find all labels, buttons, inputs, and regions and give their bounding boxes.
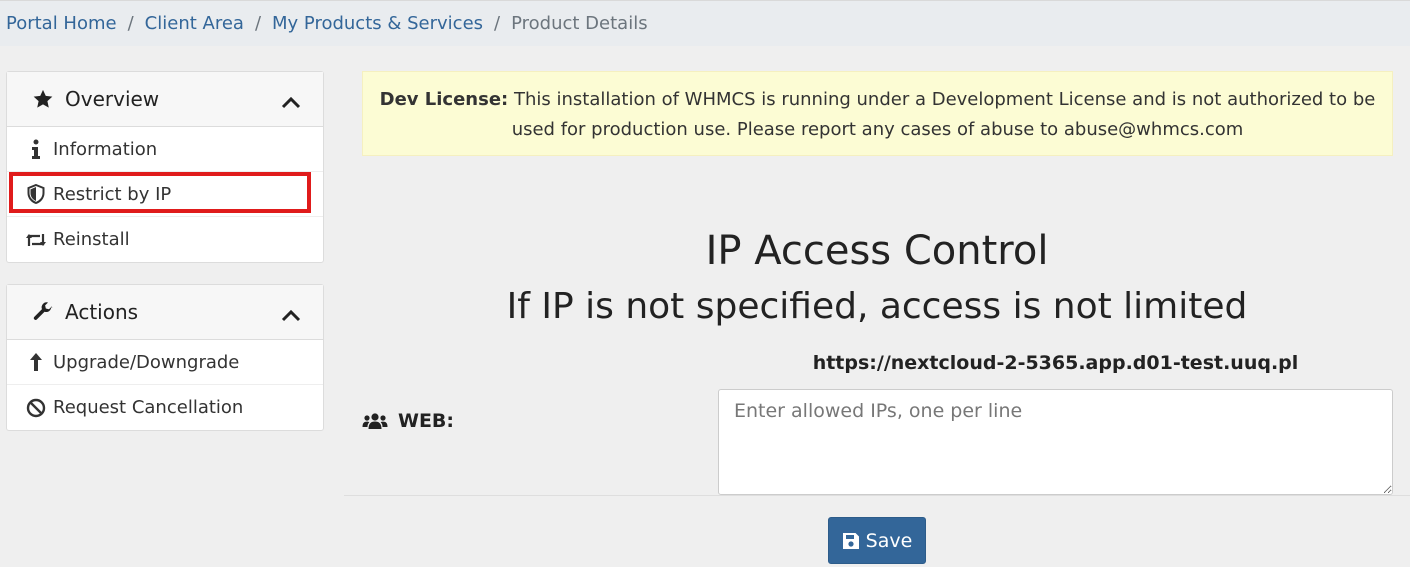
sidebar-item-request-cancellation[interactable]: Request Cancellation (7, 385, 323, 430)
sidebar-item-label: Information (53, 138, 158, 160)
sidebar-item-label: Request Cancellation (53, 397, 244, 418)
web-label-text: WEB: (398, 410, 455, 432)
page-title: IP Access Control (705, 228, 1049, 274)
save-label: Save (865, 529, 913, 552)
service-url: https://nextcloud-2-5365.app.d01-test.uu… (812, 352, 1299, 374)
web-field-label: WEB: (362, 410, 454, 432)
sidebar-item-label: Upgrade/Downgrade (53, 351, 240, 373)
page-subtitle: If IP is not specified, access is not li… (506, 286, 1248, 327)
breadcrumb-separator: / (494, 13, 501, 34)
chevron-up-icon[interactable] (281, 90, 301, 109)
sidebar-item-label: Reinstall (53, 229, 130, 250)
breadcrumb-client-area[interactable]: Client Area (145, 13, 244, 34)
wrench-icon (31, 300, 55, 324)
breadcrumb: Portal Home / Client Area / My Products … (0, 0, 1410, 46)
overview-panel: Overview Information Restrict by IP Rein… (6, 71, 324, 263)
users-icon (362, 411, 388, 431)
divider (344, 495, 1410, 496)
sidebar-item-label: Restrict by IP (53, 183, 172, 205)
arrow-up-icon (25, 352, 47, 372)
dev-license-alert: Dev License: This installation of WHMCS … (362, 71, 1393, 156)
actions-title: Actions (65, 300, 139, 324)
breadcrumb-separator: / (254, 13, 262, 34)
overview-panel-header[interactable]: Overview (7, 72, 323, 127)
actions-panel: Actions Upgrade/Downgrade Request Cancel… (6, 284, 324, 431)
star-icon (31, 87, 55, 111)
floppy-disk-icon (842, 532, 860, 550)
actions-panel-header[interactable]: Actions (7, 285, 323, 340)
breadcrumb-separator: / (127, 13, 134, 34)
alert-bold-label: Dev License: (379, 89, 509, 110)
save-button[interactable]: Save (828, 517, 926, 564)
alert-text: This installation of WHMCS is running un… (508, 89, 1376, 140)
retweet-icon (25, 230, 47, 250)
info-icon (25, 139, 47, 159)
ban-icon (25, 398, 47, 418)
breadcrumb-my-products[interactable]: My Products & Services (272, 13, 483, 34)
breadcrumb-current: Product Details (511, 13, 648, 34)
allowed-ips-textarea[interactable] (718, 389, 1393, 495)
sidebar-item-information[interactable]: Information (7, 127, 323, 172)
chevron-up-icon[interactable] (281, 303, 301, 322)
shield-icon (25, 184, 47, 204)
breadcrumb-portal-home[interactable]: Portal Home (6, 13, 117, 34)
sidebar-item-upgrade-downgrade[interactable]: Upgrade/Downgrade (7, 340, 323, 385)
sidebar-item-restrict-by-ip[interactable]: Restrict by IP (7, 172, 323, 217)
overview-title: Overview (65, 87, 160, 111)
sidebar-item-reinstall[interactable]: Reinstall (7, 217, 323, 262)
